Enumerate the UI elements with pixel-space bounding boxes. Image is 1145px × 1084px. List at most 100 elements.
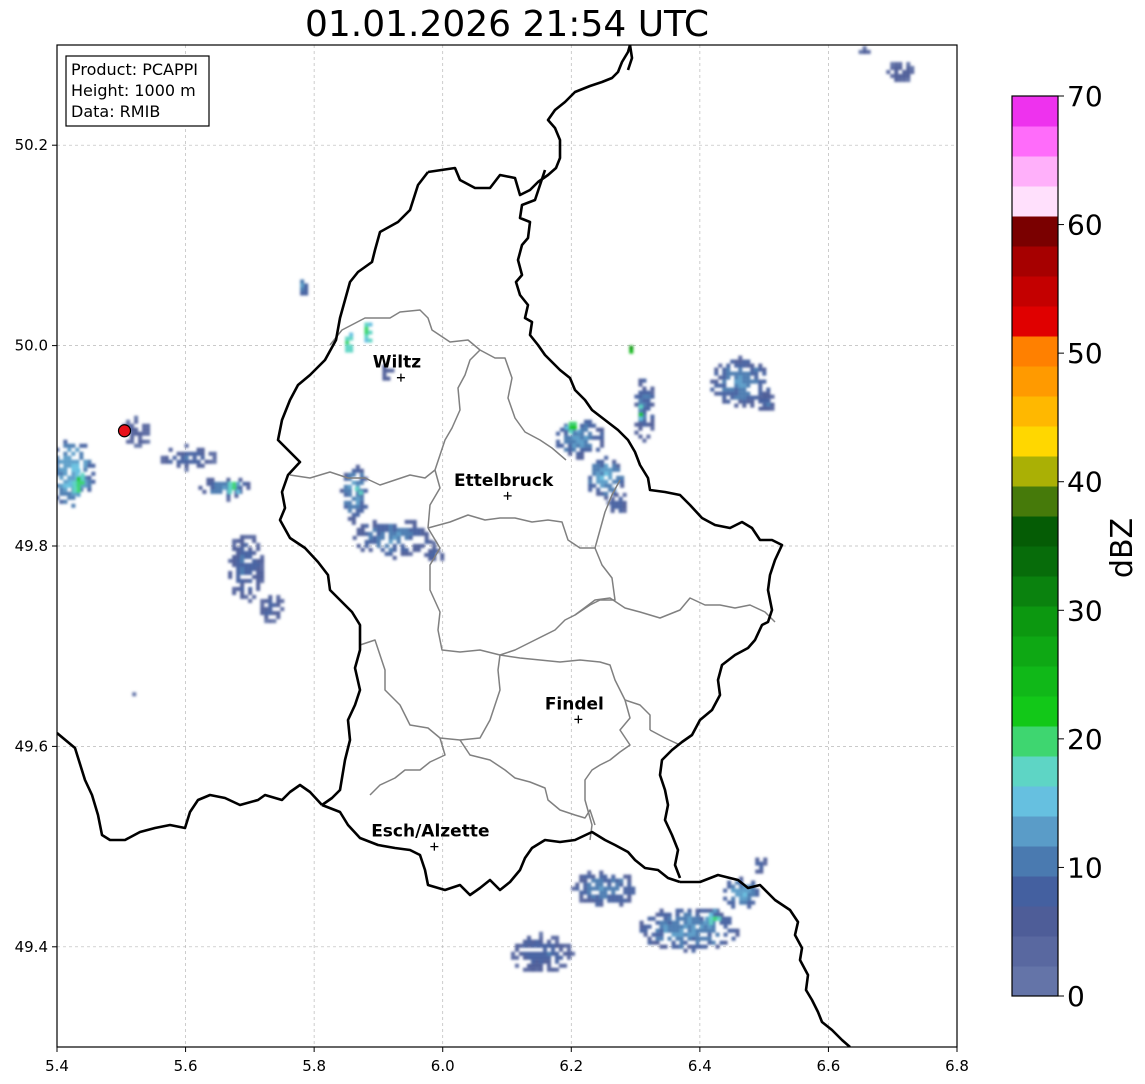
radar-pixel xyxy=(59,491,64,496)
radar-pixel xyxy=(424,539,429,544)
radar-pixel xyxy=(766,398,771,403)
radar-pixel xyxy=(527,967,531,972)
radar-pixel xyxy=(210,485,215,490)
radar-site-marker xyxy=(117,424,132,438)
radar-pixel xyxy=(576,451,580,456)
radar-pixel xyxy=(72,480,77,485)
radar-pixel xyxy=(747,900,752,905)
radar-pixel xyxy=(432,548,437,553)
colorbar-band xyxy=(1012,756,1058,787)
radar-pixel xyxy=(168,447,173,452)
radar-pixel xyxy=(619,894,624,899)
radar-pixel xyxy=(722,379,727,384)
radar-pixel xyxy=(388,547,393,552)
radar-pixel xyxy=(372,535,377,540)
radar-pixel xyxy=(646,402,651,407)
radar-pixel xyxy=(134,443,139,448)
radar-pixel xyxy=(75,459,80,464)
radar-pixel xyxy=(583,890,588,895)
radar-pixel xyxy=(627,898,632,903)
radar-pixel xyxy=(750,399,755,404)
radar-pixel xyxy=(232,590,237,595)
radar-pixel xyxy=(236,558,241,563)
radar-pixel xyxy=(642,398,647,403)
radar-pixel xyxy=(256,582,261,587)
radar-pixel xyxy=(359,504,364,509)
radar-pixel xyxy=(596,459,601,464)
radar-pixel xyxy=(906,74,911,79)
radar-pixel xyxy=(214,485,219,490)
radar-pixel xyxy=(663,912,668,917)
radar-pixel xyxy=(248,566,253,571)
radar-pixel xyxy=(359,472,364,477)
radar-pixel xyxy=(146,439,151,444)
radar-pixel xyxy=(743,896,748,901)
radar-pixel xyxy=(412,543,417,548)
radar-pixel xyxy=(587,882,592,887)
radar-pixel xyxy=(130,439,135,444)
radar-pixel xyxy=(276,603,281,608)
radar-pixel xyxy=(240,570,245,575)
radar-pixel xyxy=(898,62,903,67)
radar-pixel xyxy=(758,398,763,403)
radar-pixel xyxy=(584,427,588,432)
radar-pixel xyxy=(642,402,647,407)
radar-pixel xyxy=(758,387,763,392)
colorbar-band xyxy=(1012,426,1058,457)
radar-pixel xyxy=(252,562,257,567)
radar-pixel xyxy=(746,359,751,364)
radar-pixel xyxy=(579,894,584,899)
radar-pixel xyxy=(300,291,305,296)
colorbar-band xyxy=(1012,186,1058,217)
radar-pixel xyxy=(703,920,708,925)
radar-pixel xyxy=(535,943,539,948)
radar-pixel xyxy=(890,74,895,79)
radar-pixel xyxy=(709,916,713,921)
radar-pixel xyxy=(742,387,747,392)
colorbar-band xyxy=(1012,366,1058,397)
radar-pixel xyxy=(584,447,588,452)
radar-pixel xyxy=(616,463,621,468)
radar-pixel xyxy=(256,578,261,583)
radar-pixel xyxy=(583,882,588,887)
radar-pixel xyxy=(643,932,648,937)
radar-pixel xyxy=(276,595,281,600)
radar-pixel xyxy=(87,479,92,484)
radar-pixel xyxy=(604,463,609,468)
radar-pixel xyxy=(714,391,719,396)
radar-pixel xyxy=(679,924,684,929)
radar-pixel xyxy=(731,904,736,909)
radar-pixel xyxy=(388,551,393,556)
colorbar-band xyxy=(1012,96,1058,127)
radar-pixel xyxy=(539,935,543,940)
radar-pixel xyxy=(638,398,643,403)
radar-pixel xyxy=(339,488,344,493)
radar-pixel xyxy=(618,496,623,501)
lat-tick-label: 49.4 xyxy=(15,938,48,956)
radar-pixel xyxy=(663,944,668,949)
colorbar-tick-label: 0 xyxy=(1067,980,1085,1013)
radar-pixel xyxy=(634,402,639,407)
radar-pixel xyxy=(176,463,181,468)
radar-pixel xyxy=(206,481,211,486)
radar-pixel xyxy=(67,459,72,464)
radar-pixel xyxy=(707,936,712,941)
radar-pixel xyxy=(519,951,523,956)
radar-pixel xyxy=(738,363,743,368)
radar-pixel xyxy=(424,535,429,540)
radar-pixel xyxy=(556,443,560,448)
radar-pixel xyxy=(567,943,571,948)
radar-pixel xyxy=(196,447,201,452)
radar-pixel xyxy=(206,477,211,482)
radar-pixel xyxy=(759,865,764,870)
radar-pixel xyxy=(711,924,716,929)
radar-pixel xyxy=(615,898,620,903)
radar-pixel xyxy=(762,398,767,403)
radar-pixel xyxy=(699,928,704,933)
radar-pixel xyxy=(372,519,377,524)
radar-pixel xyxy=(71,471,76,476)
radar-pixel xyxy=(551,951,555,956)
radar-pixel xyxy=(599,894,604,899)
radar-pixel xyxy=(734,363,739,368)
radar-pixel xyxy=(735,932,740,937)
